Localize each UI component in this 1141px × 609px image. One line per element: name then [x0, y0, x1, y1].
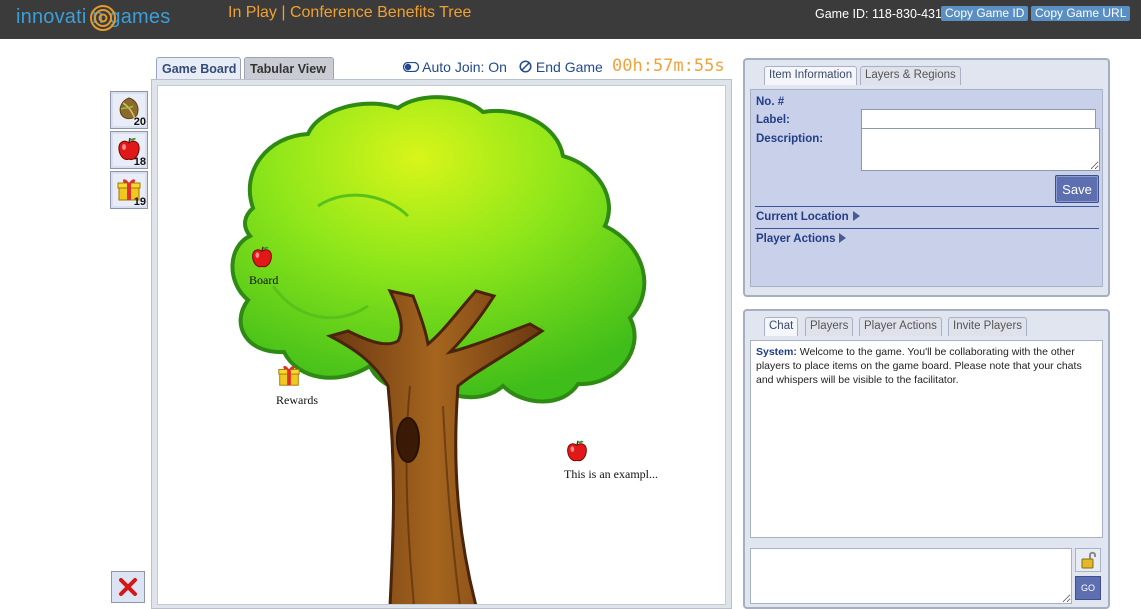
item-description-input[interactable] [861, 128, 1100, 171]
tab-layers-regions[interactable]: Layers & Regions [860, 66, 961, 85]
game-id-text: Game ID: 118-830-431 [815, 7, 942, 21]
game-timer: 00h:57m:55s [612, 56, 725, 76]
divider [755, 228, 1099, 229]
tab-invite-players[interactable]: Invite Players [948, 317, 1028, 336]
tab-players[interactable]: Players [805, 317, 854, 336]
chat-message-input[interactable] [750, 548, 1072, 604]
end-game-label: End Game [535, 59, 603, 75]
expand-arrow-icon [839, 233, 847, 243]
toggle-icon [402, 61, 420, 73]
apple-token-count: 18 [133, 156, 146, 168]
game-title: In Play | Conference Benefits Tree [228, 4, 472, 21]
board-item-label[interactable]: Board [249, 273, 278, 288]
auto-join-label: Auto Join: On [422, 59, 507, 75]
red-x-icon [119, 578, 137, 596]
item-information-panel: Item Information Layers & Regions No. # … [743, 58, 1110, 297]
palette-leaf-token[interactable]: 20 [110, 91, 148, 129]
item-description-label: Description: [756, 133, 824, 145]
logo-swirl-icon [90, 5, 116, 31]
divider [755, 206, 1099, 207]
current-location-label: Current Location [756, 211, 849, 223]
item-label-label: Label: [756, 114, 790, 126]
chat-sender: System: [756, 346, 797, 358]
whisper-lock-button[interactable] [1075, 548, 1101, 572]
tab-player-actions[interactable]: Player Actions [859, 317, 942, 336]
leaf-token-count: 20 [133, 116, 146, 128]
copy-game-id-button[interactable]: Copy Game ID [941, 6, 1029, 21]
player-actions-label: Player Actions [756, 233, 836, 245]
send-chat-button[interactable]: GO [1075, 576, 1101, 600]
tab-tabular-view[interactable]: Tabular View [244, 57, 334, 80]
delete-item-button[interactable] [111, 571, 145, 603]
end-game-button[interactable]: End Game [519, 59, 603, 75]
item-label-input[interactable] [861, 109, 1096, 129]
copy-game-url-button[interactable]: Copy Game URL [1031, 6, 1131, 21]
item-information-body: No. # Label: Description: Save Current L… [750, 89, 1103, 287]
board-apple-icon[interactable] [564, 437, 590, 465]
tab-chat[interactable]: Chat [764, 317, 799, 336]
board-gift-icon[interactable] [276, 361, 302, 389]
top-header: innovati n games In Play | Conference Be… [0, 0, 1141, 39]
expand-arrow-icon [852, 211, 860, 221]
tab-game-board[interactable]: Game Board [156, 57, 241, 80]
stop-icon [519, 60, 532, 73]
board-item-label[interactable]: This is an exampl... [564, 467, 658, 482]
auto-join-toggle[interactable]: Auto Join: On [402, 59, 507, 75]
save-button[interactable]: Save [1055, 175, 1099, 203]
game-board-canvas[interactable]: Board Rewards This is an exampl... [157, 85, 726, 605]
tree-illustration [230, 95, 647, 604]
tab-item-information[interactable]: Item Information [764, 66, 858, 85]
palette-apple-token[interactable]: 18 [110, 131, 148, 169]
gift-token-count: 19 [133, 196, 146, 208]
game-board[interactable]: Board Rewards This is an exampl... [151, 79, 732, 609]
item-number-label: No. # [756, 96, 785, 108]
current-location-expander[interactable]: Current Location [756, 211, 860, 223]
unlock-icon [1081, 551, 1096, 569]
player-actions-expander[interactable]: Player Actions [756, 233, 847, 245]
chat-panel: Chat Players Player Actions Invite Playe… [743, 309, 1110, 609]
palette-gift-token[interactable]: 19 [110, 171, 148, 209]
board-item-label[interactable]: Rewards [276, 393, 318, 408]
chat-message-text: Welcome to the game. You'll be collabora… [756, 346, 1082, 386]
board-apple-icon[interactable] [249, 243, 275, 271]
chat-log[interactable]: System: Welcome to the game. You'll be c… [750, 340, 1103, 538]
